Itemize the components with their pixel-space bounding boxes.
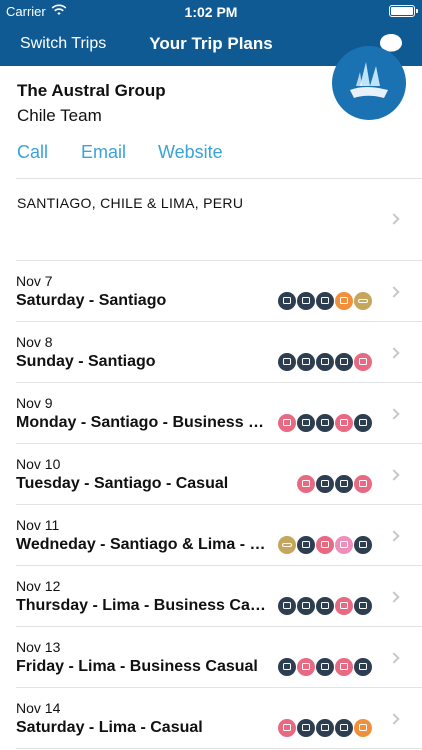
chevron-right-icon	[388, 213, 400, 225]
email-link[interactable]: Email	[81, 142, 126, 163]
dark-calendar-icon	[297, 597, 315, 615]
day-row[interactable]: Nov 12 Thursday - Lima - Business Casual	[0, 566, 422, 627]
gold-flight-icon	[278, 536, 296, 554]
orange-hotel-icon	[335, 292, 353, 310]
pink-hotel-icon	[278, 719, 296, 737]
day-title: Tuesday - Santiago - Casual	[16, 475, 229, 492]
day-title: Wedneday - Santiago & Lima - Casual	[16, 536, 271, 553]
dark-calendar-icon	[316, 597, 334, 615]
dark-calendar-icon	[316, 414, 334, 432]
dark-calendar-icon	[316, 658, 334, 676]
dark-calendar-icon	[335, 475, 353, 493]
team-name: Chile Team	[17, 106, 102, 125]
day-title: Monday - Santiago - Business Casual	[16, 414, 271, 431]
dark-calendar-icon	[297, 719, 315, 737]
website-link[interactable]: Website	[158, 142, 223, 163]
day-date: Nov 12	[16, 578, 61, 594]
dark-calendar-icon	[278, 658, 296, 676]
pink-hotel-icon	[316, 536, 334, 554]
day-row[interactable]: Nov 11 Wedneday - Santiago & Lima - Casua…	[0, 505, 422, 566]
status-bar: Carrier 1:02 PM	[0, 0, 422, 22]
day-activity-icons	[278, 414, 372, 432]
pink-hotel-icon	[335, 658, 353, 676]
day-date: Nov 14	[16, 700, 61, 716]
day-date: Nov 10	[16, 456, 61, 472]
ship-logo-icon	[332, 46, 406, 120]
gold-flight-icon	[354, 292, 372, 310]
call-link[interactable]: Call	[17, 142, 48, 163]
dark-calendar-icon	[316, 719, 334, 737]
day-date: Nov 9	[16, 395, 53, 411]
dark-calendar-icon	[335, 719, 353, 737]
dark-calendar-icon	[297, 292, 315, 310]
day-activity-icons	[278, 719, 372, 737]
dark-calendar-icon	[297, 414, 315, 432]
dark-calendar-icon	[335, 353, 353, 371]
dark-calendar-icon	[354, 597, 372, 615]
chevron-right-icon	[388, 408, 400, 420]
day-row[interactable]: Nov 13 Friday - Lima - Business Casual	[0, 627, 422, 688]
pink-hotel-icon	[297, 475, 315, 493]
dark-calendar-icon	[316, 353, 334, 371]
pink-hotel-icon	[354, 353, 372, 371]
pink-hotel-icon	[354, 475, 372, 493]
dark-calendar-icon	[278, 292, 296, 310]
pink-hotel-icon	[335, 414, 353, 432]
dark-calendar-icon	[316, 292, 334, 310]
dark-calendar-icon	[297, 353, 315, 371]
pink-hotel-icon	[297, 658, 315, 676]
day-activity-icons	[278, 353, 372, 371]
day-date: Nov 7	[16, 273, 53, 289]
chevron-right-icon	[388, 530, 400, 542]
chevron-right-icon	[388, 469, 400, 481]
dark-calendar-icon	[316, 475, 334, 493]
day-date: Nov 11	[16, 517, 60, 533]
pink-hotel-icon	[335, 597, 353, 615]
dark-calendar-icon	[278, 353, 296, 371]
orange-hotel-icon	[354, 719, 372, 737]
day-row[interactable]: Nov 9 Monday - Santiago - Business Casual	[0, 383, 422, 444]
day-activity-icons	[278, 597, 372, 615]
trip-header: The Austral Group Chile Team Call Email …	[0, 46, 422, 178]
day-activity-icons	[278, 658, 372, 676]
day-row[interactable]: Nov 7 Saturday - Santiago	[0, 261, 422, 322]
day-title: Saturday - Lima - Casual	[16, 719, 203, 736]
destination-row[interactable]: SANTIAGO, CHILE & LIMA, PERU	[0, 178, 422, 260]
dark-calendar-icon	[354, 536, 372, 554]
clock: 1:02 PM	[184, 4, 238, 20]
dark-calendar-icon	[354, 658, 372, 676]
pink-hotel-icon	[278, 414, 296, 432]
chevron-right-icon	[388, 713, 400, 725]
chevron-right-icon	[388, 347, 400, 359]
day-title: Friday - Lima - Business Casual	[16, 658, 258, 675]
organization-name: The Austral Group	[17, 81, 166, 100]
divider	[16, 748, 422, 749]
day-title: Saturday - Santiago	[16, 292, 167, 309]
day-title: Sunday - Santiago	[16, 353, 156, 370]
destination-label: SANTIAGO, CHILE & LIMA, PERU	[17, 195, 244, 211]
dark-calendar-icon	[354, 414, 372, 432]
day-date: Nov 8	[16, 334, 53, 350]
day-activity-icons	[297, 475, 372, 493]
day-activity-icons	[278, 292, 372, 310]
battery-icon	[389, 5, 418, 17]
light-pink-bus-icon	[335, 536, 353, 554]
chevron-right-icon	[388, 286, 400, 298]
day-activity-icons	[278, 536, 372, 554]
day-row[interactable]: Nov 8 Sunday - Santiago	[0, 322, 422, 383]
day-date: Nov 13	[16, 639, 61, 655]
day-title: Thursday - Lima - Business Casual	[16, 597, 271, 614]
dark-calendar-icon	[278, 597, 296, 615]
dark-calendar-icon	[297, 536, 315, 554]
day-row[interactable]: Nov 14 Saturday - Lima - Casual	[0, 688, 422, 749]
day-row[interactable]: Nov 10 Tuesday - Santiago - Casual	[0, 444, 422, 505]
chevron-right-icon	[388, 591, 400, 603]
chevron-right-icon	[388, 652, 400, 664]
